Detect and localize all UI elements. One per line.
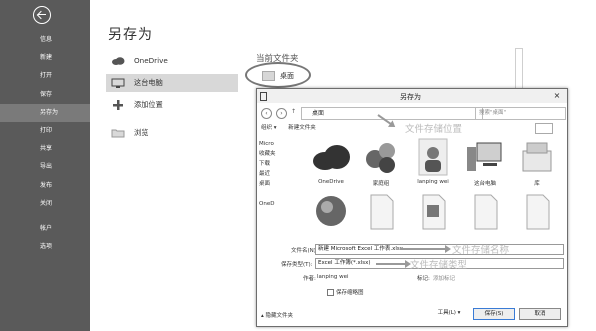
- author-value[interactable]: lanping wei: [317, 274, 349, 280]
- file-tile[interactable]: [409, 191, 457, 243]
- document-icon: [422, 194, 446, 230]
- address-input[interactable]: 桌面: [301, 107, 483, 120]
- filetype-label: 保存类型(T):: [281, 262, 313, 268]
- document-icon: [526, 194, 550, 230]
- file-label: 这台电脑: [473, 181, 496, 187]
- file-label: OneDrive: [318, 179, 344, 185]
- menu-item-new[interactable]: 新建: [0, 49, 90, 67]
- file-tile[interactable]: [307, 191, 355, 243]
- back-icon[interactable]: ‹: [261, 108, 272, 119]
- checkbox-icon: [327, 289, 334, 296]
- file-label: 家庭组: [372, 181, 390, 187]
- annotation-name: 文件存储名称: [452, 245, 510, 256]
- file-grid: OneDrive 家庭组 lanping wei 这台电脑 库: [307, 137, 562, 241]
- dialog-titlebar: 另存为 ×: [257, 89, 567, 103]
- file-tile[interactable]: [513, 191, 561, 243]
- file-tile[interactable]: lanping wei: [409, 137, 457, 189]
- view-options-icon[interactable]: [535, 123, 553, 134]
- menu-item-save-as[interactable]: 另存为: [0, 103, 90, 122]
- document-icon: [260, 92, 267, 101]
- location-onedrive[interactable]: OneDrive: [110, 51, 168, 69]
- document-icon: [474, 194, 498, 230]
- menu-item-close[interactable]: 关闭: [0, 195, 90, 213]
- menu-item-info[interactable]: 信息: [0, 31, 90, 49]
- globe-icon: [316, 196, 346, 226]
- backstage-sidebar: 信息 新建 打开 保存 另存为 打印 共享 导出 发布 关闭 帐户 选项: [0, 0, 90, 331]
- address-bar: ‹ › ↑ 桌面 搜索"桌面": [261, 106, 566, 120]
- search-input[interactable]: 搜索"桌面": [475, 107, 566, 120]
- nav-item[interactable]: 下载: [259, 159, 305, 169]
- author-label: 作者:: [303, 276, 316, 282]
- current-folder-desktop[interactable]: 桌面: [262, 71, 294, 81]
- filename-label: 文件名(N):: [291, 248, 318, 254]
- back-arrow-icon[interactable]: [33, 6, 51, 24]
- cancel-button[interactable]: 取消: [519, 308, 561, 320]
- page-title: 另存为: [108, 27, 153, 43]
- location-label: OneDrive: [134, 55, 168, 65]
- up-arrow-icon[interactable]: ↑: [291, 108, 296, 119]
- tools-button[interactable]: 工具(L) ▾: [429, 308, 469, 318]
- location-this-pc[interactable]: 这台电脑: [106, 74, 238, 92]
- nav-item[interactable]: Micro: [259, 139, 305, 149]
- tags-label: 标记:: [417, 276, 430, 282]
- nav-item[interactable]: [259, 189, 305, 199]
- document-icon: [370, 194, 394, 230]
- backstage-menu: 信息 新建 打开 保存 另存为 打印 共享 导出 发布 关闭 帐户 选项: [0, 31, 90, 256]
- menu-item-open[interactable]: 打开: [0, 67, 90, 85]
- nav-item[interactable]: 桌面: [259, 179, 305, 189]
- hide-folders-toggle[interactable]: ▴ 隐藏文件夹: [261, 311, 293, 319]
- forward-icon[interactable]: ›: [276, 108, 287, 119]
- cloud-icon: [110, 56, 126, 65]
- nav-item[interactable]: OneD: [259, 199, 305, 209]
- menu-item-export[interactable]: 导出: [0, 158, 90, 176]
- organize-button[interactable]: 组织 ▾: [261, 125, 277, 131]
- file-tile[interactable]: 库: [513, 137, 561, 189]
- file-label: lanping wei: [417, 179, 449, 185]
- file-tile[interactable]: [357, 191, 405, 243]
- folder-icon: [262, 71, 275, 81]
- menu-item-publish[interactable]: 发布: [0, 177, 90, 195]
- menu-item-options[interactable]: 选项: [0, 238, 90, 256]
- menu-item-share[interactable]: 共享: [0, 140, 90, 158]
- location-browse[interactable]: 浏览: [110, 124, 148, 142]
- menu-item-save[interactable]: 保存: [0, 86, 90, 104]
- location-label: 这台电脑: [134, 78, 163, 87]
- annotation-arrow: [400, 245, 451, 253]
- menu-item-account[interactable]: 帐户: [0, 220, 90, 238]
- homegroup-icon: [366, 143, 395, 173]
- location-add-place[interactable]: 添加位置: [110, 96, 163, 114]
- cloud-icon: [313, 145, 350, 170]
- library-icon: [522, 142, 552, 172]
- new-folder-button[interactable]: 新建文件夹: [288, 125, 316, 131]
- nav-item[interactable]: 收藏夹: [259, 149, 305, 159]
- current-folder-label: 桌面: [280, 72, 294, 80]
- nav-item[interactable]: 最近: [259, 169, 305, 179]
- menu-item-print[interactable]: 打印: [0, 122, 90, 140]
- computer-icon: [110, 78, 126, 89]
- computer-icon: [467, 142, 502, 171]
- location-label: 浏览: [134, 128, 149, 137]
- location-label: 添加位置: [134, 100, 163, 109]
- thumbnail-checkbox[interactable]: 保存缩略图: [327, 288, 364, 296]
- file-tile[interactable]: OneDrive: [307, 137, 355, 189]
- navigation-pane: Micro 收藏夹 下载 最近 桌面 OneD: [259, 139, 305, 239]
- hide-folders-label: 隐藏文件夹: [265, 313, 294, 319]
- annotation-type: 文件存储类型: [410, 260, 468, 271]
- annotation-arrow: [376, 260, 411, 268]
- tags-input[interactable]: 添加标记: [433, 274, 455, 282]
- thumbnail-label: 保存缩略图: [336, 290, 364, 296]
- file-tile[interactable]: 家庭组: [357, 137, 405, 189]
- user-folder-icon: [418, 138, 448, 176]
- file-label: 库: [534, 181, 540, 187]
- annotation-location: 文件存储位置: [405, 124, 463, 135]
- file-tile[interactable]: [461, 191, 509, 243]
- save-button[interactable]: 保存(S): [473, 308, 515, 320]
- dialog-title: 另存为: [400, 93, 421, 101]
- close-icon[interactable]: ×: [551, 91, 563, 101]
- file-tile[interactable]: 这台电脑: [461, 137, 509, 189]
- scrollbar[interactable]: [515, 48, 523, 90]
- folder-icon: [110, 128, 126, 138]
- plus-icon: [110, 99, 126, 111]
